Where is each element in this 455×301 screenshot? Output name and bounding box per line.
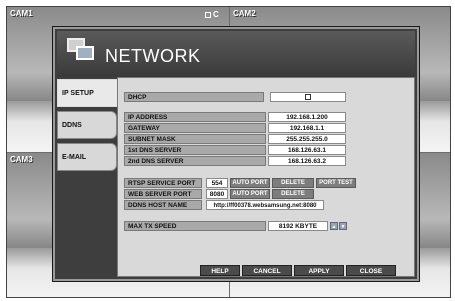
web-port-field[interactable]: 8080 (206, 189, 228, 199)
record-box-icon (205, 11, 211, 18)
tab-ddns[interactable]: DDNS (57, 111, 117, 139)
apply-button[interactable]: APPLY (294, 265, 344, 276)
web-delete-port-button[interactable]: DELETE PORT (272, 189, 314, 206)
subnet-mask-field[interactable]: 255.255.255.0 (268, 134, 346, 144)
tab-email[interactable]: E-MAIL (57, 143, 117, 171)
tab-ip-setup[interactable]: IP SETUP (57, 79, 119, 107)
max-tx-speed-label: MAX TX SPEED (124, 221, 266, 231)
help-button[interactable]: HELP (200, 265, 240, 276)
rtsp-auto-port-button[interactable]: AUTO PORT (230, 178, 270, 188)
rtsp-port-label: RTSP SERVICE PORT (124, 178, 202, 188)
max-tx-speed-field[interactable]: 8192 KBYTE (268, 221, 328, 231)
dialog-title: NETWORK (105, 46, 201, 66)
dhcp-checkbox[interactable] (305, 94, 311, 101)
close-button[interactable]: CLOSE (346, 265, 396, 276)
ddns-host-field[interactable]: http://ff00378.websamsung.net:8080 (206, 200, 324, 210)
record-indicator-text: C (213, 10, 219, 19)
gateway-label: GATEWAY (124, 123, 266, 133)
spin-down-icon[interactable]: ▼ (339, 222, 347, 230)
port-test-button[interactable]: PORT TEST (316, 178, 356, 188)
ip-address-label: IP ADDRESS (124, 112, 266, 122)
web-port-label: WEB SERVER PORT (124, 189, 202, 199)
network-dialog: NETWORK IP SETUP DDNS E-MAIL DHCP IP ADD… (52, 26, 420, 282)
dns1-field[interactable]: 168.126.63.1 (268, 145, 346, 155)
dhcp-label: DHCP (124, 92, 264, 102)
cancel-button[interactable]: CANCEL (242, 265, 292, 276)
ip-setup-panel: DHCP IP ADDRESS 192.168.1.200 GATEWAY 19… (117, 77, 415, 277)
spin-up-icon[interactable]: ▲ (330, 222, 338, 230)
camera-label-1: CAM1 (10, 9, 33, 18)
ddns-host-label: DDNS HOST NAME (124, 200, 202, 210)
rtsp-delete-port-button[interactable]: DELETE PORT (272, 178, 314, 195)
dhcp-toggle[interactable] (270, 92, 346, 102)
record-indicator: C (205, 10, 219, 19)
dialog-title-bar: NETWORK (57, 31, 415, 77)
web-auto-port-button[interactable]: AUTO PORT (230, 189, 270, 199)
dns2-label: 2nd DNS SERVER (124, 156, 266, 166)
network-monitor-icon (67, 38, 95, 64)
dns2-field[interactable]: 168.126.63.2 (268, 156, 346, 166)
tab-list: IP SETUP DDNS E-MAIL (57, 79, 119, 175)
subnet-mask-label: SUBNET MASK (124, 134, 266, 144)
camera-label-3: CAM3 (10, 155, 33, 164)
dns1-label: 1st DNS SERVER (124, 145, 266, 155)
gateway-field[interactable]: 192.168.1.1 (268, 123, 346, 133)
ip-address-field[interactable]: 192.168.1.200 (268, 112, 346, 122)
camera-grid: CAM1 CAM2 CAM3 C NETWORK IP SETUP DDNS E… (6, 6, 451, 298)
camera-label-2: CAM2 (233, 9, 256, 18)
rtsp-port-field[interactable]: 554 (206, 178, 228, 188)
